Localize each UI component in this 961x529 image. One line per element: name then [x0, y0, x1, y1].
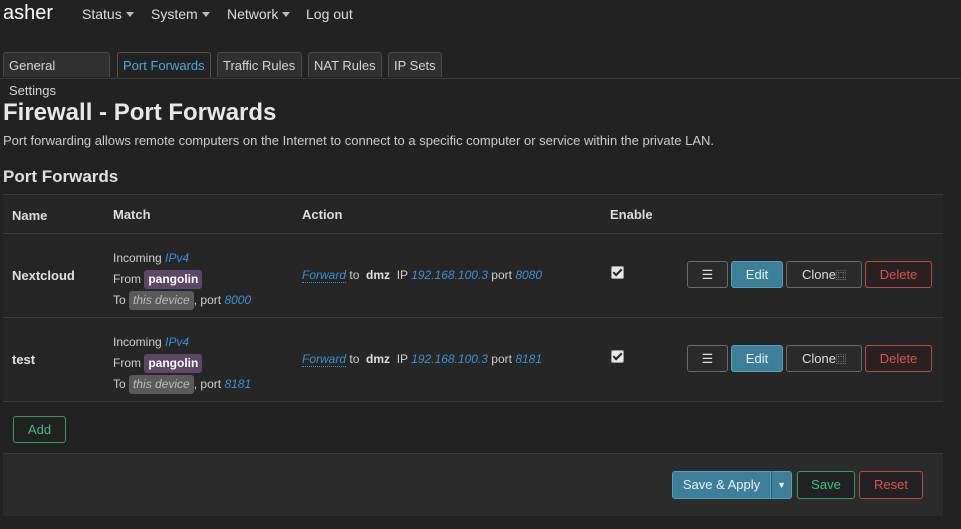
- chevron-down-icon: [125, 12, 134, 17]
- dest-zone: dmz: [366, 268, 391, 282]
- rule-name: test: [12, 352, 36, 367]
- incoming-label: Incoming: [113, 335, 162, 349]
- delete-button[interactable]: Delete: [865, 345, 932, 372]
- dest-port: 8181: [515, 352, 543, 366]
- nav-network-menu[interactable]: Network: [227, 6, 291, 22]
- reset-button[interactable]: Reset: [859, 471, 923, 499]
- dest-ip: 192.168.100.3: [411, 268, 488, 282]
- edit-button[interactable]: Edit: [731, 345, 783, 372]
- add-button[interactable]: Add: [13, 416, 66, 443]
- ip-label: IP: [396, 268, 408, 282]
- header-action: Action: [302, 207, 343, 222]
- from-label: From: [113, 272, 141, 286]
- nav-system-menu[interactable]: System: [151, 6, 210, 22]
- incoming-label: Incoming: [113, 251, 162, 265]
- drag-menu-button[interactable]: ☰: [687, 261, 728, 288]
- nav-status-menu[interactable]: Status: [82, 6, 134, 22]
- source-zone-badge: pangolin: [144, 354, 203, 373]
- family-value: IPv4: [165, 251, 190, 265]
- top-navbar: asher Status System Network Log out: [0, 0, 961, 30]
- table-header: Name Match Action Enable: [3, 194, 943, 234]
- port-word: port: [491, 268, 512, 282]
- nav-logout-link[interactable]: Log out: [306, 6, 353, 22]
- forward-action: Forward: [302, 268, 347, 283]
- drag-menu-button[interactable]: ☰: [687, 345, 728, 372]
- action-description: Forward to dmz IP 192.168.100.3 port 818…: [302, 352, 543, 367]
- brand-hostname[interactable]: asher: [3, 2, 53, 25]
- clone-button[interactable]: Clone⿴: [786, 261, 862, 288]
- dest-port: 8080: [515, 268, 543, 282]
- from-label: From: [113, 356, 141, 370]
- port-word: port: [491, 352, 512, 366]
- match-description: Incoming IPv4 From pangolin To this devi…: [113, 247, 251, 310]
- dest-ip: 192.168.100.3: [411, 352, 488, 366]
- to-label: To: [113, 377, 126, 391]
- chevron-down-icon: [282, 12, 291, 17]
- clone-icon: ⿴: [835, 271, 846, 282]
- edit-button[interactable]: Edit: [731, 261, 783, 288]
- table-row: Nextcloud Incoming IPv4 From pangolin To…: [3, 234, 943, 318]
- to-word: to: [349, 352, 360, 366]
- page-actions: Save & Apply ▼ Save Reset: [3, 453, 943, 516]
- tab-port-forwards[interactable]: Port Forwards: [117, 52, 211, 78]
- nav-network-label: Network: [227, 6, 279, 22]
- nav-system-label: System: [151, 6, 198, 22]
- header-name: Name: [12, 208, 48, 223]
- source-zone-badge: pangolin: [144, 270, 203, 289]
- clone-button[interactable]: Clone⿴: [786, 345, 862, 372]
- tab-nat-rules[interactable]: NAT Rules: [308, 52, 382, 77]
- header-match: Match: [113, 207, 151, 222]
- save-apply-button[interactable]: Save & Apply: [672, 471, 771, 499]
- tab-general-settings[interactable]: General Settings: [3, 52, 110, 98]
- family-value: IPv4: [165, 335, 190, 349]
- table-row: test Incoming IPv4 From pangolin To this…: [3, 318, 943, 402]
- header-enable: Enable: [610, 207, 653, 222]
- save-apply-dropdown[interactable]: ▼: [771, 471, 792, 499]
- port-label: , port: [193, 293, 222, 307]
- page-description: Port forwarding allows remote computers …: [3, 133, 715, 148]
- delete-button[interactable]: Delete: [865, 261, 932, 288]
- chevron-down-icon: [201, 12, 210, 17]
- forward-action: Forward: [302, 352, 347, 367]
- dest-device-badge: this device: [129, 291, 194, 310]
- match-description: Incoming IPv4 From pangolin To this devi…: [113, 331, 251, 394]
- tab-ip-sets[interactable]: IP Sets: [388, 52, 442, 77]
- dest-zone: dmz: [366, 352, 391, 366]
- to-word: to: [349, 268, 360, 282]
- port-label: , port: [193, 377, 222, 391]
- ip-label: IP: [396, 352, 408, 366]
- port-forwards-table: Name Match Action Enable Nextcloud Incom…: [3, 194, 943, 402]
- tab-traffic-rules[interactable]: Traffic Rules: [217, 52, 302, 77]
- clone-label: Clone: [802, 351, 836, 366]
- save-button[interactable]: Save: [797, 471, 855, 499]
- match-port-value: 8000: [224, 293, 252, 307]
- clone-label: Clone: [802, 267, 836, 282]
- to-label: To: [113, 293, 126, 307]
- nav-status-label: Status: [82, 6, 122, 22]
- rule-name: Nextcloud: [12, 268, 75, 283]
- match-port-value: 8181: [224, 377, 252, 391]
- firewall-tabs: General Settings Port Forwards Traffic R…: [0, 52, 961, 98]
- section-title: Port Forwards: [3, 167, 119, 186]
- enable-checkbox[interactable]: [611, 350, 624, 363]
- clone-icon: ⿴: [835, 355, 846, 366]
- enable-checkbox[interactable]: [611, 266, 624, 279]
- page-title: Firewall - Port Forwards: [3, 99, 277, 126]
- action-description: Forward to dmz IP 192.168.100.3 port 808…: [302, 268, 543, 283]
- dest-device-badge: this device: [129, 375, 194, 394]
